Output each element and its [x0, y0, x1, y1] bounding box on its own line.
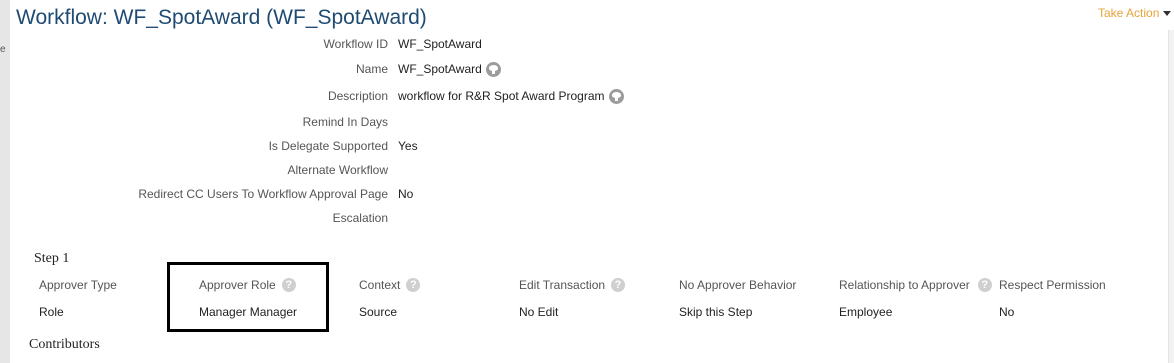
column-header-no-approver-behavior: No Approver Behavior: [679, 278, 796, 292]
cell-respect-permission: No: [999, 305, 1015, 319]
field-label: Is Delegate Supported: [268, 139, 388, 153]
vertical-scrollbar[interactable]: [1168, 30, 1174, 363]
column-header-label: Edit Transaction: [519, 278, 606, 292]
step-heading: Step 1: [34, 251, 70, 266]
cell-no-approver-behavior: Skip this Step: [679, 305, 753, 319]
question-circle-icon[interactable]: ?: [977, 278, 992, 292]
approver-role-highlight-box: [167, 262, 329, 332]
cell-context: Source: [359, 305, 398, 319]
field-escalation: Escalation: [0, 210, 1100, 226]
question-circle-icon[interactable]: ?: [611, 278, 626, 292]
contributors-heading: Contributors: [29, 337, 100, 352]
field-label: Escalation: [332, 211, 388, 225]
column-header-label: No Approver Behavior: [679, 278, 797, 292]
field-is-delegate-supported: Is Delegate Supported Yes: [0, 138, 1100, 154]
page-title: Workflow: WF_SpotAward (WF_SpotAward): [16, 6, 427, 29]
column-header-context: Context?: [359, 278, 421, 292]
take-action-label: Take Action: [1098, 6, 1160, 20]
take-action-menu[interactable]: Take Action: [1098, 6, 1172, 20]
column-header-respect-permission: Respect Permission: [999, 278, 1106, 292]
column-header-label: Respect Permission: [999, 278, 1106, 292]
field-redirect-cc-users: Redirect CC Users To Workflow Approval P…: [0, 186, 1100, 202]
field-label: Description: [327, 89, 388, 103]
cell-edit-transaction: No Edit: [519, 305, 559, 319]
question-circle-icon[interactable]: ?: [406, 278, 421, 292]
column-header-label: Relationship to Approver: [839, 278, 970, 292]
field-label: Redirect CC Users To Workflow Approval P…: [138, 187, 388, 201]
field-value: WF_SpotAward: [398, 37, 482, 51]
field-description: Description workflow for R&R Spot Award …: [0, 88, 1100, 104]
column-header-edit-transaction: Edit Transaction?: [519, 278, 626, 292]
field-remind-in-days: Remind In Days: [0, 114, 1100, 130]
field-name: Name WF_SpotAward: [0, 61, 1100, 77]
field-label: Name: [355, 62, 388, 76]
caret-down-icon: [1163, 11, 1172, 17]
left-sidebar-edge: e: [0, 0, 10, 363]
field-workflow-id: Workflow ID WF_SpotAward: [0, 36, 1100, 52]
field-alternate-workflow: Alternate Workflow: [0, 162, 1100, 178]
column-header-relationship-to-approver: Relationship to Approver?: [839, 278, 992, 292]
field-value: WF_SpotAward: [398, 62, 482, 76]
field-value: workflow for R&R Spot Award Program: [398, 89, 605, 103]
cell-relationship-to-approver: Employee: [839, 305, 893, 319]
field-label: Alternate Workflow: [287, 163, 388, 177]
column-header-label: Context: [359, 278, 401, 292]
field-label: Workflow ID: [323, 37, 388, 51]
globe-icon[interactable]: [485, 61, 501, 77]
cell-approver-type: Role: [39, 305, 64, 319]
field-value: No: [398, 187, 414, 201]
column-header-label: Approver Type: [39, 278, 117, 292]
column-header-approver-type: Approver Type: [39, 278, 117, 292]
field-label: Remind In Days: [302, 115, 388, 129]
field-value: Yes: [398, 139, 418, 153]
globe-icon[interactable]: [608, 88, 624, 104]
